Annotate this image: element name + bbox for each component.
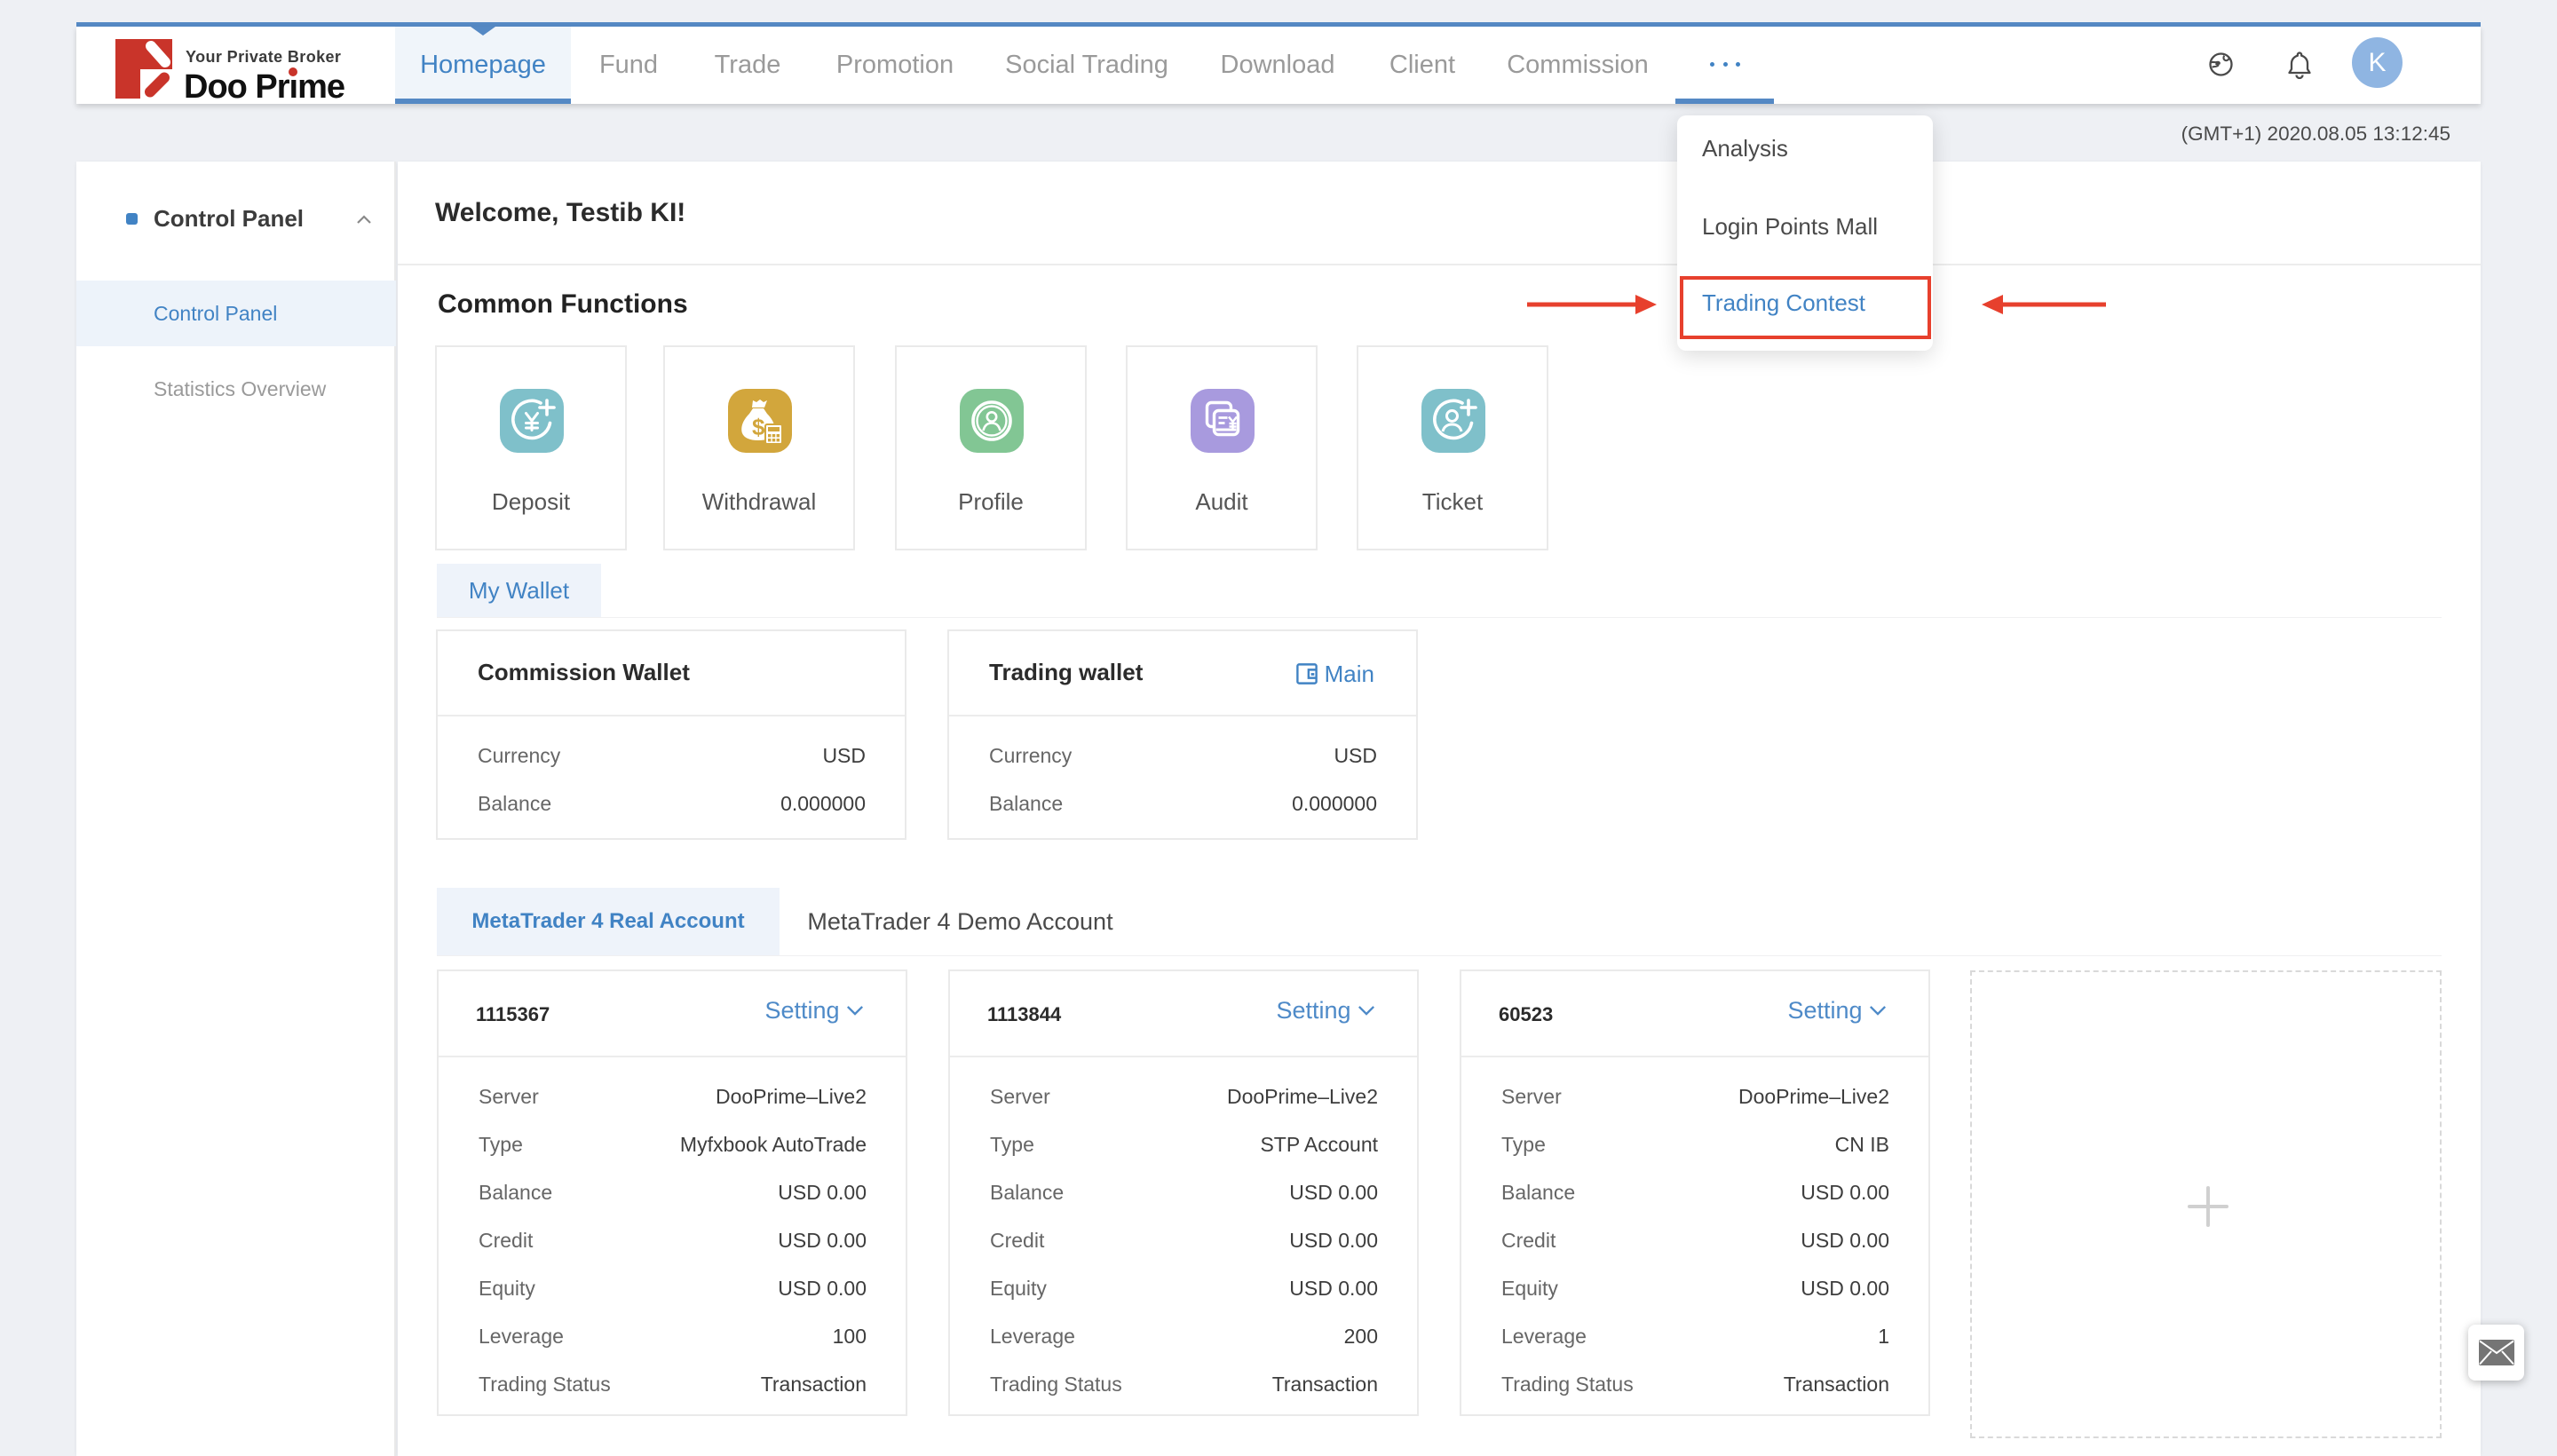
svg-text:Your Private Broker: Your Private Broker xyxy=(186,48,341,66)
svg-text:Doo Prıme: Doo Prıme xyxy=(184,68,344,103)
svg-text:$: $ xyxy=(752,414,765,440)
